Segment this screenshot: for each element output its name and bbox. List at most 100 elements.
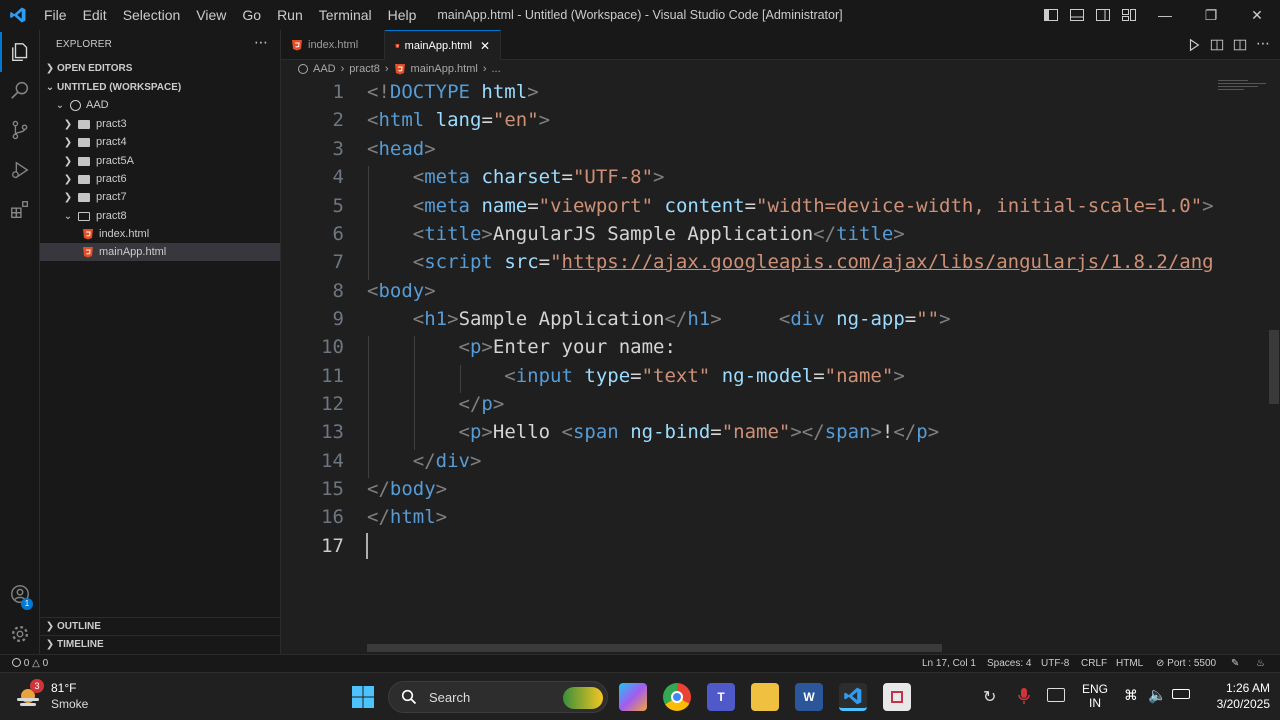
tab-mainapp-html[interactable]: mainApp.html ✕: [385, 30, 501, 60]
menu-edit[interactable]: Edit: [75, 0, 115, 30]
outline-section[interactable]: ❯ OUTLINE: [40, 617, 280, 635]
tree-folder-pract8[interactable]: ⌄ pract8: [40, 207, 280, 225]
file-explorer-icon[interactable]: [751, 683, 779, 711]
open-editors-section[interactable]: ❯ OPEN EDITORS: [40, 59, 280, 77]
menu-file[interactable]: File: [36, 0, 75, 30]
encoding[interactable]: UTF-8: [1041, 658, 1069, 669]
explorer-sidebar: EXPLORER ⋯ ❯ OPEN EDITORS ⌄ UNTITLED (WORK…: [40, 30, 281, 654]
split-editor-icon[interactable]: [1233, 38, 1247, 52]
tree-file-mainapp-html[interactable]: mainApp.html: [40, 243, 280, 261]
breadcrumb-item[interactable]: pract8: [349, 63, 380, 75]
vertical-scrollbar[interactable]: [1269, 330, 1279, 404]
menu-terminal[interactable]: Terminal: [311, 0, 380, 30]
language-mode[interactable]: HTML: [1116, 658, 1143, 669]
minimize-button[interactable]: —: [1142, 0, 1188, 30]
tree-file-index-html[interactable]: index.html: [40, 225, 280, 243]
workspace-section[interactable]: ⌄ UNTITLED (WORKSPACE): [40, 78, 280, 96]
microphone-icon[interactable]: [1017, 687, 1031, 705]
code-line: </div>: [412, 450, 482, 472]
warning-count: 0: [42, 658, 49, 669]
breadcrumb-separator-icon: ›: [384, 63, 389, 75]
tree-folder-pract4[interactable]: ❯ pract4: [40, 133, 280, 151]
extensions-icon[interactable]: [0, 190, 40, 230]
code-line: <p>Enter your name:: [458, 336, 676, 358]
folder-label: pract5A: [96, 155, 134, 167]
open-editors-label: OPEN EDITORS: [57, 62, 133, 74]
chevron-right-icon: ❯: [63, 191, 73, 203]
html-file-icon: [83, 247, 93, 258]
explorer-icon[interactable]: [0, 32, 40, 72]
teams-icon[interactable]: T: [707, 683, 735, 711]
run-debug-icon[interactable]: [0, 150, 40, 190]
menu-go[interactable]: Go: [234, 0, 269, 30]
breadcrumb-item[interactable]: ...: [491, 63, 500, 75]
taskbar-search-box[interactable]: Search: [388, 681, 608, 713]
snipping-tool-icon[interactable]: [883, 683, 911, 711]
battery-icon[interactable]: [1172, 689, 1190, 699]
word-icon[interactable]: W: [795, 683, 823, 711]
root-folder-icon: [298, 64, 308, 74]
menu-view[interactable]: View: [188, 0, 234, 30]
code-line: <script src="https://ajax.googleapis.com…: [412, 251, 1213, 273]
clock[interactable]: 1:26 AM 3/20/2025: [1200, 681, 1270, 711]
problems-indicator[interactable]: 0 △ 0: [12, 658, 48, 669]
keyboard-icon[interactable]: [1047, 688, 1065, 702]
port-label: Port : 5500: [1167, 658, 1217, 669]
breadcrumb-item[interactable]: mainApp.html: [411, 63, 478, 75]
copilot-icon[interactable]: [619, 683, 647, 711]
indentation[interactable]: Spaces: 4: [987, 658, 1031, 669]
accounts-badge: 1: [21, 598, 33, 610]
manage-gear-icon[interactable]: [0, 614, 40, 654]
breadcrumb-item[interactable]: AAD: [313, 63, 336, 75]
run-icon[interactable]: [1187, 38, 1201, 52]
tree-folder-pract5a[interactable]: ❯ pract5A: [40, 152, 280, 170]
minimap[interactable]: [1218, 78, 1273, 98]
weather-badge: 3: [30, 679, 44, 693]
line-number: 7: [332, 251, 344, 273]
tree-folder-pract6[interactable]: ❯ pract6: [40, 170, 280, 188]
chevron-down-icon: ⌄: [63, 210, 73, 222]
tree-root-aad[interactable]: ⌄ AAD: [40, 96, 280, 114]
open-preview-icon[interactable]: [1210, 38, 1224, 52]
notifications-bell-icon[interactable]: ♨: [1256, 658, 1265, 669]
wifi-icon[interactable]: ⌘: [1124, 687, 1138, 704]
menu-help[interactable]: Help: [380, 0, 425, 30]
file-label: mainApp.html: [99, 246, 167, 258]
horizontal-scrollbar[interactable]: [367, 644, 942, 652]
menu-selection[interactable]: Selection: [115, 0, 189, 30]
code-line: <head>: [367, 138, 436, 160]
search-icon[interactable]: [0, 70, 40, 110]
restore-button[interactable]: ❐: [1188, 0, 1234, 30]
language-indicator[interactable]: ENG IN: [1082, 682, 1108, 710]
customize-layout-icon[interactable]: [1121, 7, 1137, 23]
more-actions-icon[interactable]: ⋯: [254, 34, 268, 51]
accounts-icon[interactable]: 1: [0, 574, 40, 614]
close-window-button[interactable]: ✕: [1234, 0, 1280, 30]
weather-widget-icon[interactable]: 3: [14, 679, 44, 711]
tab-index-html[interactable]: index.html: [281, 30, 385, 60]
more-actions-icon[interactable]: ⋯: [1256, 35, 1270, 52]
toggle-panel-icon[interactable]: [1069, 7, 1085, 23]
chrome-icon[interactable]: [663, 683, 691, 711]
tree-folder-pract7[interactable]: ❯ pract7: [40, 188, 280, 206]
cursor-position[interactable]: Ln 17, Col 1: [922, 658, 976, 669]
source-control-icon[interactable]: [0, 110, 40, 150]
start-button-icon[interactable]: [351, 685, 375, 709]
timeline-section[interactable]: ❯ TIMELINE: [40, 635, 280, 653]
sync-icon[interactable]: ↻: [983, 687, 996, 707]
end-of-line[interactable]: CRLF: [1081, 658, 1107, 669]
menu-run[interactable]: Run: [269, 0, 311, 30]
vscode-taskbar-icon[interactable]: [839, 683, 867, 711]
feedback-icon[interactable]: ✎: [1231, 658, 1239, 669]
close-tab-icon[interactable]: ✕: [480, 39, 490, 53]
chevron-right-icon: ❯: [63, 155, 73, 167]
tree-folder-pract3[interactable]: ❯ pract3: [40, 115, 280, 133]
volume-icon[interactable]: 🔈: [1148, 686, 1167, 704]
html-file-icon: [395, 43, 400, 48]
live-server-port[interactable]: ⊘ Port : 5500: [1156, 658, 1216, 669]
code-editor[interactable]: 1 2 3 4 5 6 7 8 9 10 11 12 13 14 15 16 1…: [281, 78, 1280, 654]
toggle-primary-sidebar-icon[interactable]: [1043, 7, 1059, 23]
activity-bar: 1: [0, 30, 40, 654]
toggle-secondary-sidebar-icon[interactable]: [1095, 7, 1111, 23]
code-line: </html>: [367, 506, 448, 528]
